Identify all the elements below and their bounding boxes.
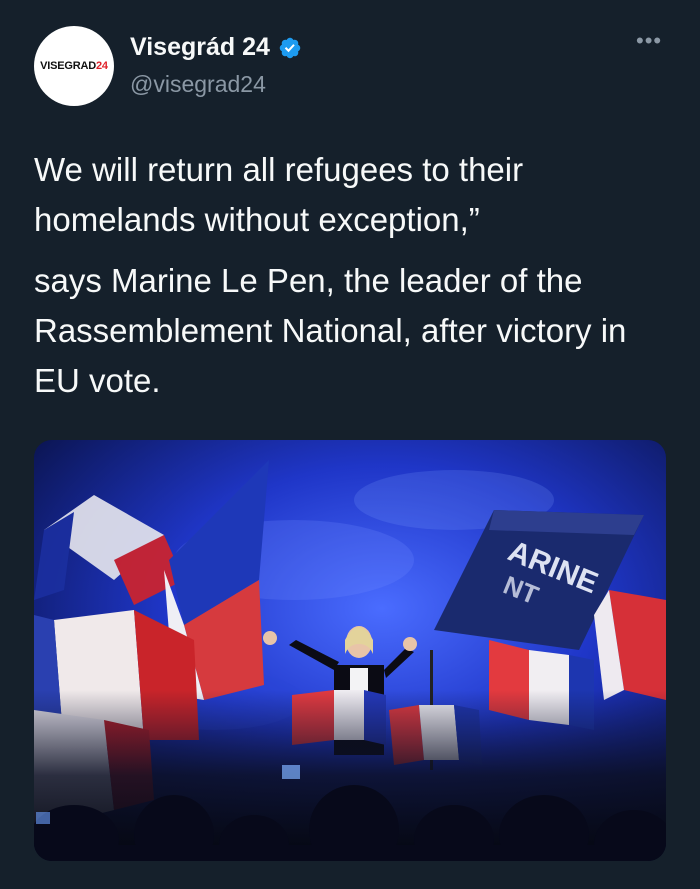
author-display-name[interactable]: Visegrád 24 bbox=[130, 33, 270, 62]
flag-right-1 bbox=[594, 590, 666, 700]
more-dots-icon[interactable]: ••• bbox=[636, 30, 662, 52]
tweet-text-paragraph-1: We will return all refugees to their hom… bbox=[34, 151, 524, 238]
tweet-media-photo[interactable]: ARINE NT bbox=[34, 440, 666, 861]
author-handle[interactable]: @visegrad24 bbox=[130, 71, 266, 98]
author-avatar[interactable]: VISEGRAD24 bbox=[34, 26, 114, 106]
author-name-row[interactable]: Visegrád 24 bbox=[130, 33, 302, 62]
verified-badge-icon bbox=[278, 36, 302, 60]
rally-photo: ARINE NT bbox=[34, 440, 666, 861]
tweet-text-paragraph-2: says Marine Le Pen, the leader of the Ra… bbox=[34, 262, 627, 399]
avatar-logo: VISEGRAD24 bbox=[40, 60, 108, 72]
